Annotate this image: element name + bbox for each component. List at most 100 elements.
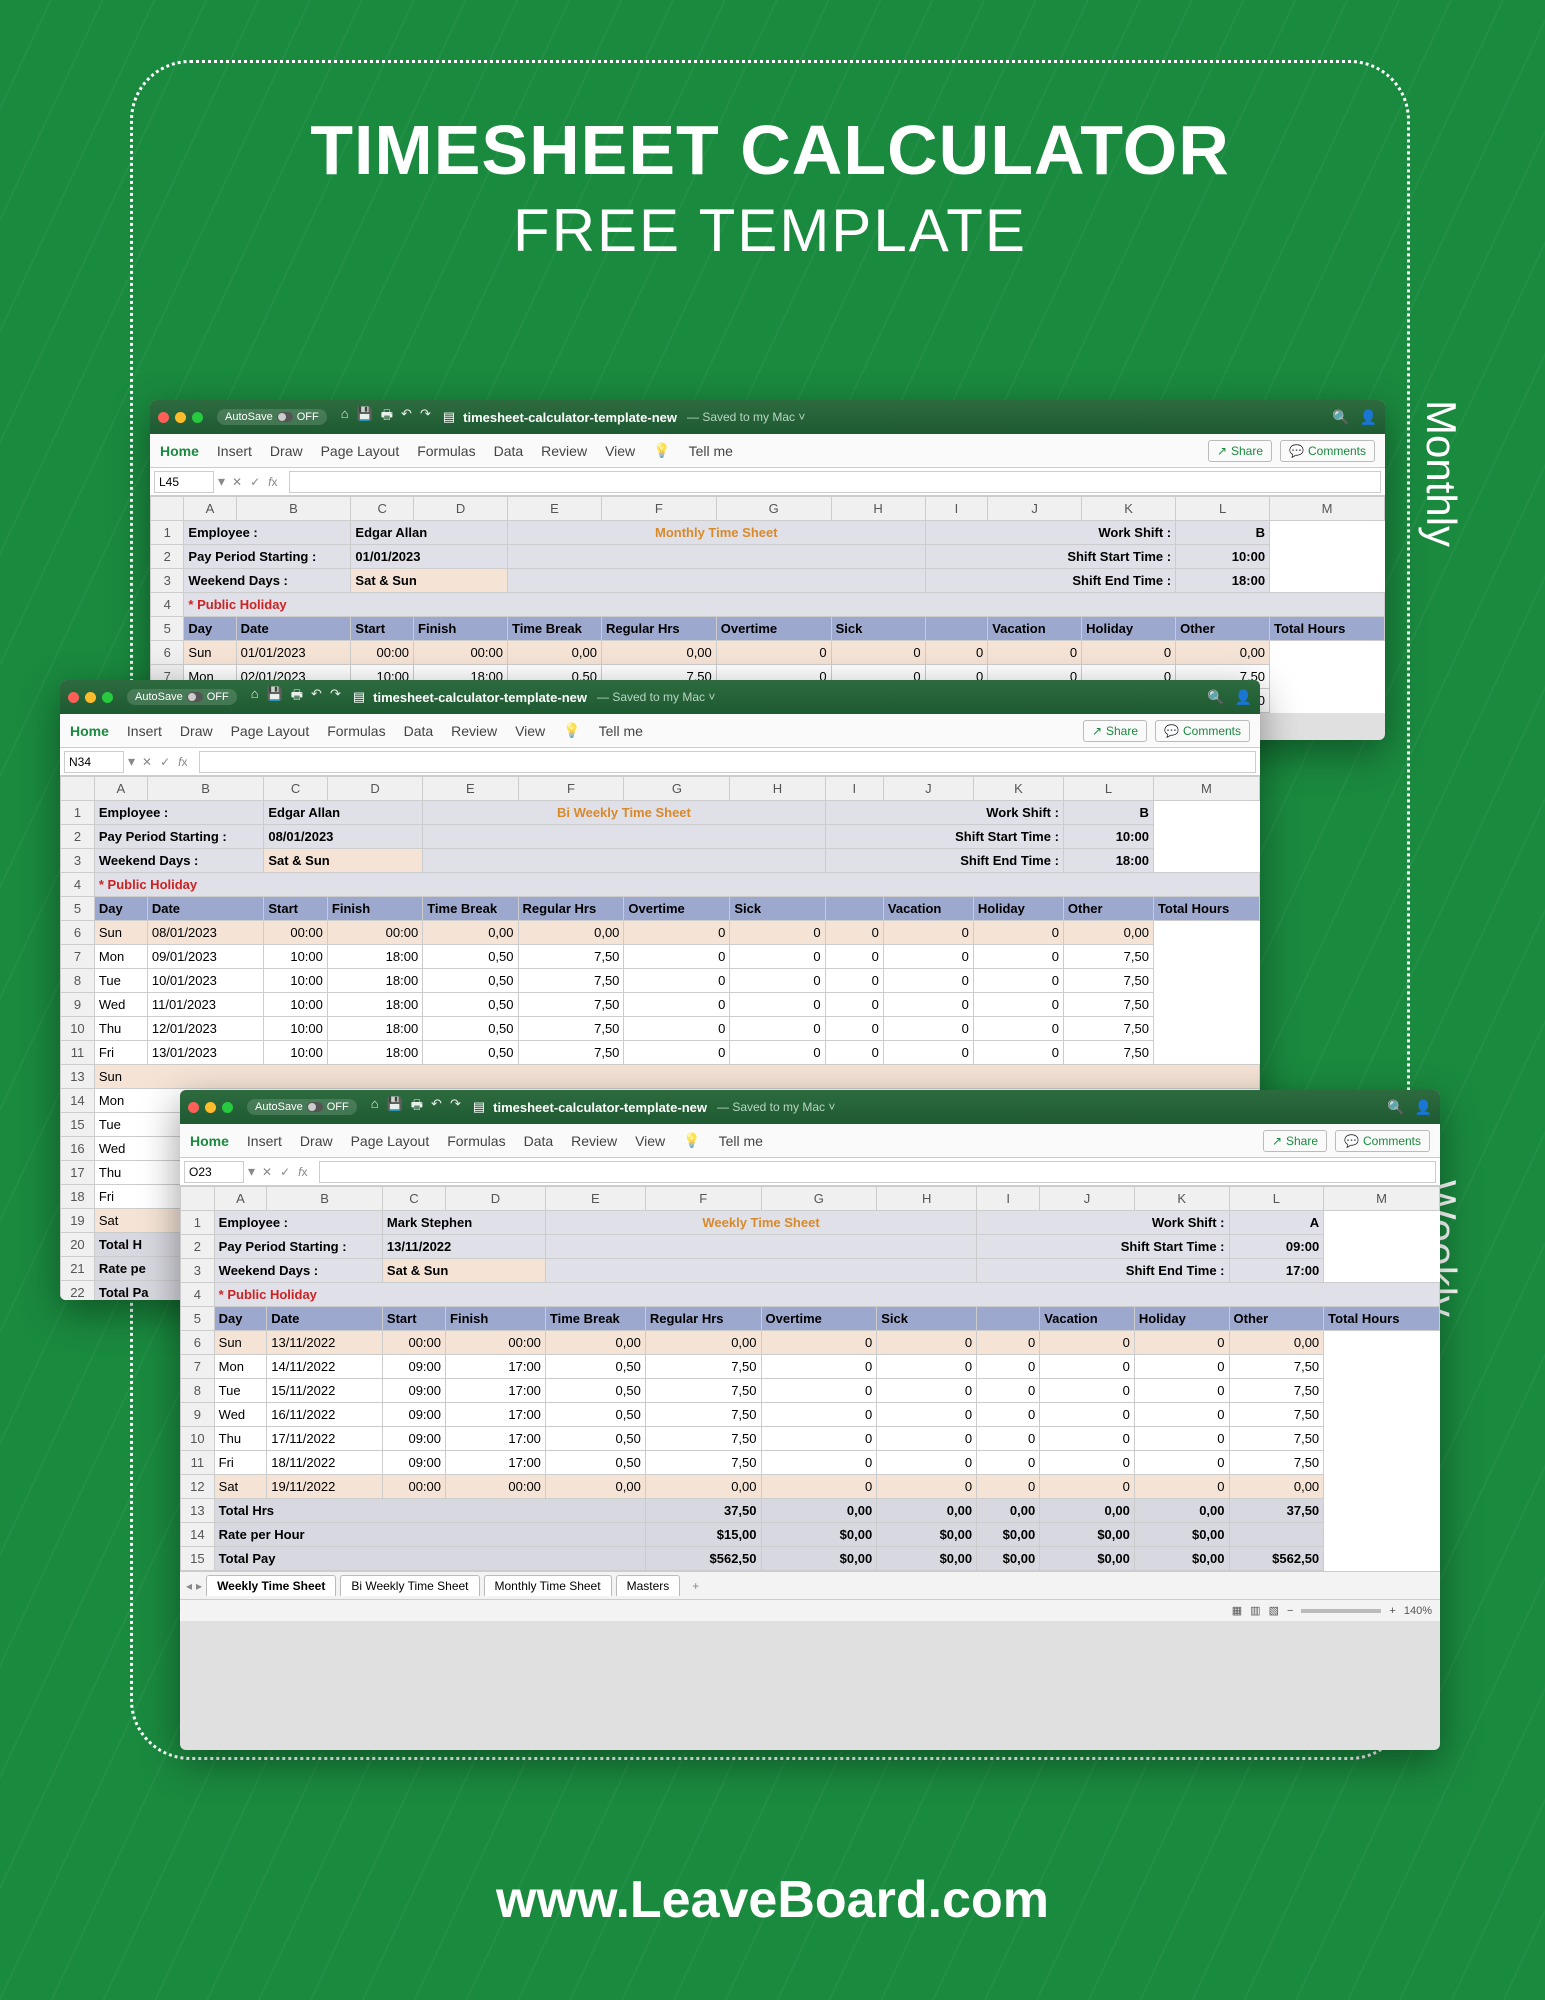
cell[interactable]: 0 xyxy=(761,1475,877,1499)
tellme-input[interactable]: Tell me xyxy=(689,443,733,459)
cell[interactable]: 7,50 xyxy=(1063,993,1153,1017)
comments-button[interactable]: 💬Comments xyxy=(1280,440,1375,462)
table-col-header[interactable]: Time Break xyxy=(508,617,602,641)
row-header[interactable]: 5 xyxy=(151,617,184,641)
enter-icon[interactable]: ✓ xyxy=(247,475,263,489)
cell[interactable]: 0 xyxy=(730,1017,825,1041)
col-header-H[interactable]: H xyxy=(877,1187,977,1211)
cell[interactable]: 0,00 xyxy=(761,1499,877,1523)
home-icon[interactable]: ⌂ xyxy=(371,1096,379,1118)
tellme-input[interactable]: Tell me xyxy=(719,1133,763,1149)
col-header-L[interactable]: L xyxy=(1176,497,1270,521)
cell[interactable]: 0 xyxy=(1134,1331,1229,1355)
cell[interactable]: 18:00 xyxy=(1063,849,1153,873)
cell[interactable]: 0 xyxy=(831,641,925,665)
cell[interactable]: 0 xyxy=(877,1379,977,1403)
ribbon-tab-view[interactable]: View xyxy=(605,443,635,459)
row-header[interactable]: 6 xyxy=(151,641,184,665)
cell[interactable]: $0,00 xyxy=(1040,1547,1135,1571)
sheet-tab[interactable]: Bi Weekly Time Sheet xyxy=(340,1575,479,1596)
col-header-D[interactable]: D xyxy=(327,777,422,801)
cell[interactable]: Wed xyxy=(94,993,147,1017)
ribbon-tab-data[interactable]: Data xyxy=(494,443,524,459)
cell[interactable]: 15/11/2022 xyxy=(267,1379,383,1403)
redo-icon[interactable]: ↷ xyxy=(450,1096,461,1118)
col-header-I[interactable]: I xyxy=(925,497,988,521)
cell[interactable]: B xyxy=(1063,801,1153,825)
share-button[interactable]: ↗Share xyxy=(1263,1130,1327,1152)
table-col-header[interactable] xyxy=(925,617,988,641)
row-header[interactable]: 3 xyxy=(151,569,184,593)
cell[interactable] xyxy=(508,545,926,569)
cell[interactable]: 0 xyxy=(624,921,730,945)
cell[interactable]: 0,50 xyxy=(545,1403,645,1427)
ribbon-tab-view[interactable]: View xyxy=(515,723,545,739)
cell[interactable] xyxy=(423,849,825,873)
cell[interactable]: Wed xyxy=(214,1403,267,1427)
cell[interactable]: 7,50 xyxy=(645,1355,761,1379)
cell[interactable]: Shift Start Time : xyxy=(925,545,1176,569)
cell[interactable]: 0 xyxy=(877,1475,977,1499)
cell[interactable]: 0 xyxy=(624,969,730,993)
cell[interactable]: Sat & Sun xyxy=(264,849,423,873)
cell[interactable]: 0 xyxy=(977,1475,1040,1499)
col-header-C[interactable]: C xyxy=(264,777,328,801)
table-col-header[interactable]: Overtime xyxy=(761,1307,877,1331)
cell[interactable]: 0 xyxy=(877,1427,977,1451)
col-header-J[interactable]: J xyxy=(988,497,1082,521)
view-break-icon[interactable]: ▧ xyxy=(1269,1604,1279,1617)
tab-nav-prev[interactable]: ◂ xyxy=(186,1579,192,1593)
row-header[interactable]: 4 xyxy=(151,593,184,617)
cell[interactable]: 00:00 xyxy=(351,641,414,665)
cell[interactable]: Mon xyxy=(214,1355,267,1379)
col-header-G[interactable]: G xyxy=(761,1187,877,1211)
row-header[interactable]: 1 xyxy=(151,521,184,545)
cell[interactable]: 0 xyxy=(973,993,1063,1017)
zoom-in-button[interactable]: + xyxy=(1389,1605,1395,1617)
cell[interactable]: 7,50 xyxy=(1229,1427,1324,1451)
cell[interactable]: 0,00 xyxy=(977,1499,1040,1523)
cancel-icon[interactable]: ✕ xyxy=(229,475,245,489)
comments-button[interactable]: 💬Comments xyxy=(1155,720,1250,742)
cell[interactable]: 0 xyxy=(825,921,883,945)
cell[interactable]: 0 xyxy=(761,1427,877,1451)
search-icon[interactable]: 🔍 xyxy=(1207,689,1224,706)
col-header-B[interactable]: B xyxy=(236,497,351,521)
ribbon-tab-page-layout[interactable]: Page Layout xyxy=(351,1133,430,1149)
col-header-C[interactable]: C xyxy=(382,1187,445,1211)
cell[interactable]: 10:00 xyxy=(264,1041,328,1065)
row-header[interactable]: 19 xyxy=(61,1209,95,1233)
cell[interactable]: Thu xyxy=(214,1427,267,1451)
cell[interactable]: 0 xyxy=(825,1017,883,1041)
cell[interactable]: Sun xyxy=(214,1331,267,1355)
maximize-icon[interactable] xyxy=(222,1102,233,1113)
table-col-header[interactable]: Date xyxy=(147,897,264,921)
cell[interactable]: 0 xyxy=(761,1331,877,1355)
cell[interactable]: 0 xyxy=(877,1331,977,1355)
cell[interactable]: 0 xyxy=(1040,1475,1135,1499)
share-button[interactable]: ↗Share xyxy=(1208,440,1272,462)
row-header[interactable]: 7 xyxy=(61,945,95,969)
cell[interactable] xyxy=(423,825,825,849)
formula-input[interactable] xyxy=(319,1161,1437,1183)
ribbon-tab-draw[interactable]: Draw xyxy=(270,443,303,459)
col-header-F[interactable]: F xyxy=(645,1187,761,1211)
table-col-header[interactable]: Other xyxy=(1063,897,1153,921)
cell[interactable]: 0,00 xyxy=(1134,1499,1229,1523)
cell[interactable]: 0 xyxy=(1040,1427,1135,1451)
row-header[interactable]: 21 xyxy=(61,1257,95,1281)
cell[interactable]: 0 xyxy=(761,1403,877,1427)
ribbon-tab-review[interactable]: Review xyxy=(541,443,587,459)
cell[interactable]: 0 xyxy=(1040,1451,1135,1475)
undo-icon[interactable]: ↶ xyxy=(311,686,322,708)
ribbon-tab-data[interactable]: Data xyxy=(404,723,434,739)
col-header-I[interactable]: I xyxy=(977,1187,1040,1211)
table-col-header[interactable]: Sick xyxy=(877,1307,977,1331)
ribbon-tab-draw[interactable]: Draw xyxy=(300,1133,333,1149)
cell[interactable]: 0 xyxy=(1082,641,1176,665)
cell[interactable]: 0 xyxy=(624,1017,730,1041)
ribbon-tab-draw[interactable]: Draw xyxy=(180,723,213,739)
col-header-L[interactable]: L xyxy=(1063,777,1153,801)
row-header[interactable]: 13 xyxy=(61,1065,95,1089)
ribbon-tab-review[interactable]: Review xyxy=(451,723,497,739)
